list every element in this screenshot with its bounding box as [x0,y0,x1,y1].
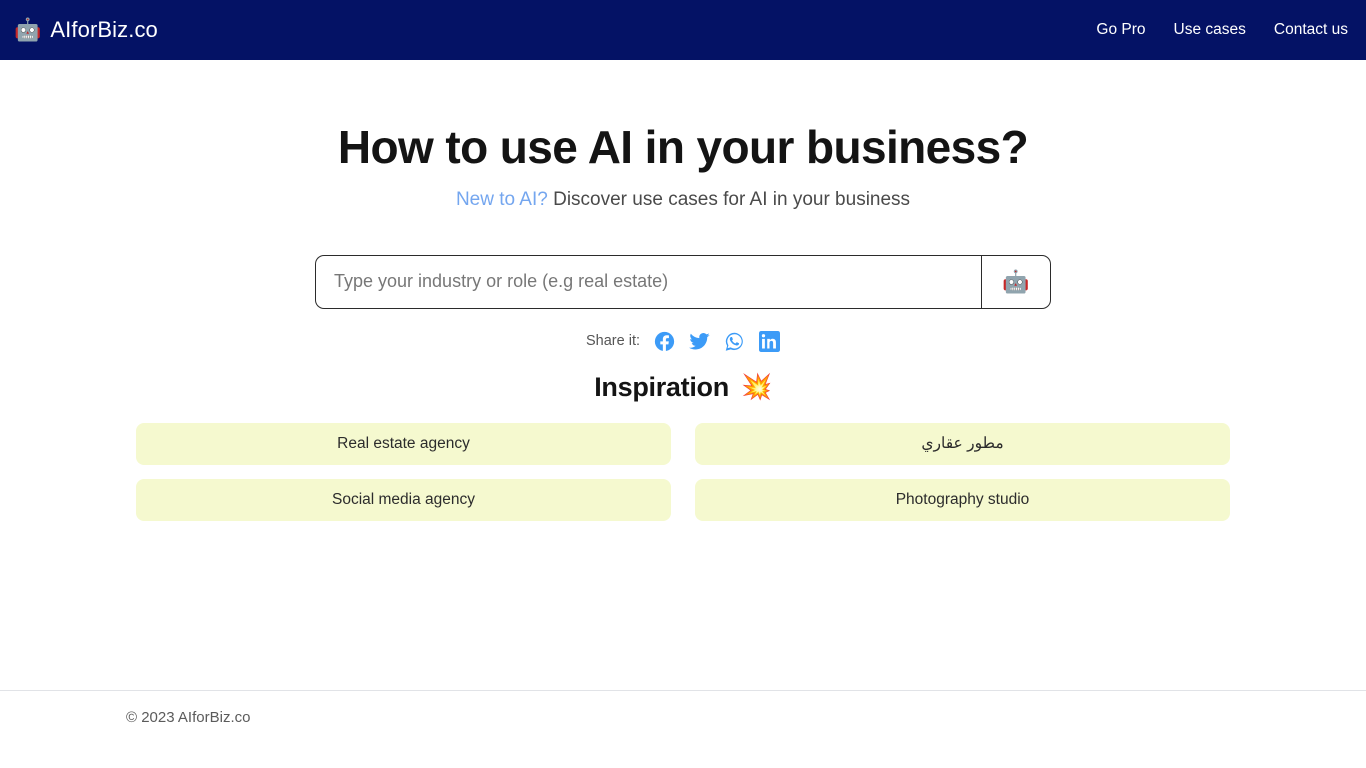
primary-navigation: Go Pro Use cases Contact us [1096,21,1348,39]
search-submit-button[interactable]: 🤖 [981,254,1051,309]
nav-link-contact-us[interactable]: Contact us [1274,21,1348,39]
brand-logo-link[interactable]: 🤖 AIforBiz.co [14,17,158,43]
inspiration-chip-real-estate-developer-ar[interactable]: مطور عقاري [695,422,1230,465]
share-label: Share it: [586,333,640,350]
brand-name: AIforBiz.co [50,17,158,42]
page-title: How to use AI in your business? [337,121,1029,173]
inspiration-chip-real-estate-agency[interactable]: Real estate agency [136,422,671,465]
facebook-icon[interactable] [654,331,675,352]
inspiration-title-text: Inspiration [594,371,729,402]
robot-icon: 🤖 [14,17,42,42]
main-content: How to use AI in your business? New to A… [0,60,1366,521]
inspiration-chip-grid: Real estate agency مطور عقاري Social med… [136,422,1230,521]
collision-icon: 💥 [740,372,772,401]
inspiration-chip-photography-studio[interactable]: Photography studio [695,478,1230,521]
robot-icon: 🤖 [1002,268,1030,294]
site-footer: © 2023 AIforBiz.co [0,690,1366,727]
whatsapp-icon[interactable] [724,331,745,352]
share-row: Share it: [586,330,780,352]
search-input[interactable] [315,254,981,309]
search-bar: 🤖 [315,254,1051,309]
hero-subtitle: New to AI? Discover use cases for AI in … [456,189,910,211]
copyright-text: © 2023 AIforBiz.co [126,709,251,726]
inspiration-chip-social-media-agency[interactable]: Social media agency [136,478,671,521]
linkedin-icon[interactable] [759,330,780,352]
site-header: 🤖 AIforBiz.co Go Pro Use cases Contact u… [0,0,1366,60]
hero-subtitle-text: Discover use cases for AI in your busine… [547,188,911,210]
nav-link-go-pro[interactable]: Go Pro [1096,21,1145,39]
inspiration-heading: Inspiration 💥 [594,372,772,403]
new-to-ai-link[interactable]: New to AI? [456,189,548,210]
twitter-icon[interactable] [689,331,710,352]
nav-link-use-cases[interactable]: Use cases [1174,21,1246,39]
